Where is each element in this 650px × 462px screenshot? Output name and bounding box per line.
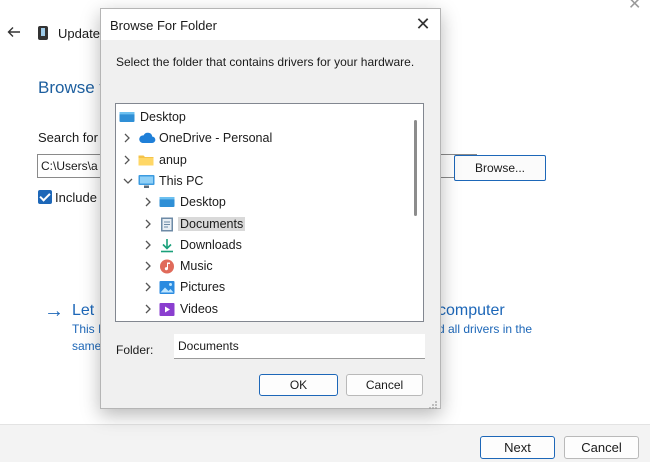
arrow-right-icon: → [44, 300, 64, 322]
browse-for-folder-dialog: Browse For Folder ✕ Select the folder th… [100, 8, 441, 409]
dialog-titlebar[interactable]: Browse For Folder ✕ [101, 9, 440, 40]
cloud-icon [138, 131, 156, 145]
chevron-right-icon[interactable] [143, 196, 153, 208]
tree-item-label: Documents [178, 216, 246, 231]
tree-item[interactable]: Desktop [116, 192, 408, 213]
tree-item-label: This PC [159, 173, 204, 188]
tree-item[interactable]: anup [116, 150, 408, 171]
chevron-right-icon[interactable] [143, 281, 153, 293]
window-close-icon[interactable]: ✕ [628, 0, 641, 14]
videos-icon [159, 302, 175, 316]
chevron-right-icon[interactable] [143, 218, 153, 230]
tree-item-label: Desktop [180, 195, 226, 210]
tree-item-label: Downloads [180, 237, 242, 252]
dialog-close-icon[interactable]: ✕ [409, 13, 437, 37]
cancel-button[interactable]: Cancel [346, 374, 423, 396]
user-folder-icon [138, 153, 154, 167]
tree-item-label: Videos [180, 301, 218, 316]
browse-button[interactable]: Browse... [454, 155, 546, 181]
include-subfolders-checkbox[interactable] [38, 190, 52, 204]
tree-item-label: OneDrive - Personal [159, 131, 273, 146]
chevron-right-icon[interactable] [143, 260, 153, 272]
pick-from-list-description-2: same [72, 339, 102, 353]
folder-input[interactable] [174, 334, 425, 359]
resize-grip-icon[interactable] [428, 397, 438, 409]
desktop-folder-icon [159, 195, 175, 209]
wizard-cancel-button[interactable]: Cancel [564, 436, 639, 459]
tree-item[interactable]: Documents [116, 214, 408, 235]
device-icon [38, 26, 48, 40]
tree-item[interactable]: Desktop [116, 107, 408, 128]
tree-item-label: Music [180, 259, 213, 274]
ok-button[interactable]: OK [259, 374, 338, 396]
page-heading: Browse f [38, 78, 105, 97]
chevron-down-icon[interactable] [122, 175, 133, 187]
include-subfolders-label: Include [55, 190, 97, 205]
next-button[interactable]: Next [480, 436, 555, 459]
download-icon [159, 238, 175, 253]
dialog-title: Browse For Folder [110, 18, 217, 33]
desktop-folder-icon [119, 110, 135, 124]
tree-item-label: anup [159, 152, 187, 167]
chevron-right-icon[interactable] [143, 239, 153, 251]
tree-item-label: Desktop [140, 110, 186, 124]
computer-icon [138, 174, 155, 188]
tree-scroll-thumb[interactable] [414, 120, 417, 216]
search-location-label: Search for d [38, 130, 109, 145]
chevron-right-icon[interactable] [122, 132, 132, 144]
tree-item[interactable]: Videos [116, 299, 408, 320]
folder-label: Folder: [116, 343, 154, 357]
tree-item[interactable]: Downloads [116, 235, 408, 256]
music-icon [159, 259, 175, 274]
tree-item[interactable]: This PC [116, 171, 408, 192]
pick-from-list-description-1: This I [72, 322, 102, 336]
window-title: Update [58, 26, 100, 41]
back-arrow-icon[interactable] [6, 24, 22, 40]
chevron-right-icon[interactable] [143, 303, 153, 315]
documents-icon [159, 217, 175, 231]
pictures-icon [159, 280, 175, 295]
folder-tree[interactable]: Desktop OneDrive - Personal anup This PC Des… [115, 103, 424, 322]
pick-from-list-link[interactable]: Let [72, 302, 94, 320]
dialog-instruction: Select the folder that contains drivers … [116, 55, 415, 69]
pick-from-list-description-tail: d all drivers in the [438, 322, 533, 336]
chevron-right-icon[interactable] [122, 154, 132, 166]
tree-item[interactable]: Music [116, 256, 408, 277]
tree-item[interactable]: OneDrive - Personal [116, 128, 408, 149]
tree-item[interactable]: Pictures [116, 277, 408, 298]
tree-scrollbar[interactable] [409, 104, 423, 321]
pick-from-list-link-tail[interactable]: computer [438, 302, 505, 320]
tree-item-label: Pictures [180, 280, 226, 295]
